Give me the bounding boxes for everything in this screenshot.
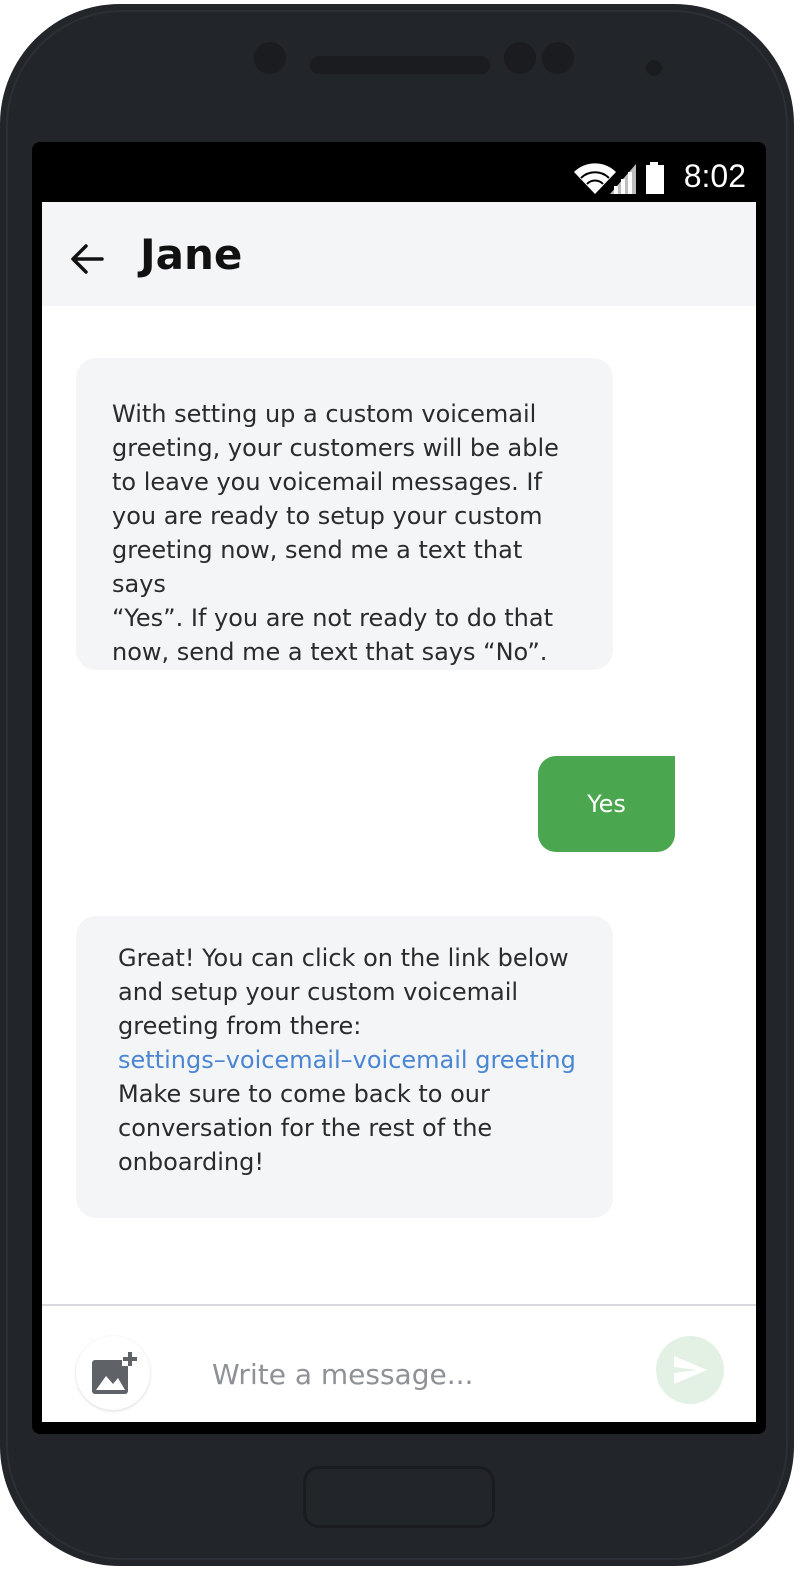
outgoing-message: Yes	[538, 756, 675, 852]
message-composer	[42, 1304, 756, 1422]
sensor-right	[542, 42, 574, 74]
add-photo-icon	[92, 1350, 137, 1394]
proximity-sensor	[646, 60, 662, 76]
message-line: greeting from there:	[118, 1012, 362, 1040]
earpiece-speaker	[310, 56, 490, 74]
message-line: conversation for the rest of the	[118, 1114, 493, 1142]
message-line: you are ready to setup your custom	[112, 502, 543, 530]
message-input[interactable]	[212, 1352, 632, 1396]
back-button[interactable]	[64, 236, 110, 282]
attach-photo-button[interactable]	[76, 1336, 150, 1410]
arrow-left-icon	[71, 244, 104, 274]
status-time: 8:02	[683, 158, 746, 194]
chat-screen: Jane With setting up a custom voicemail …	[42, 202, 756, 1422]
message-line: Great! You can click on the link below	[118, 944, 569, 972]
wifi-icon	[574, 163, 616, 194]
message-line: Make sure to come back to our	[118, 1080, 490, 1108]
message-line: onboarding!	[118, 1148, 264, 1176]
message-line: “Yes”. If you are not ready to do that	[112, 604, 554, 632]
send-icon	[674, 1356, 707, 1384]
message-line: now, send me a text that says “No”.	[112, 638, 548, 666]
message-text: Yes	[587, 790, 626, 818]
message-line: greeting now, send me a text that says	[112, 536, 523, 598]
battery-icon	[646, 162, 664, 194]
status-icons	[574, 162, 664, 194]
incoming-message: With setting up a custom voicemail greet…	[76, 358, 613, 670]
conversation-title: Jane	[140, 230, 243, 279]
message-line: With setting up a custom voicemail	[112, 400, 537, 428]
message-line: greeting, your customers will be able	[112, 434, 559, 462]
home-button[interactable]	[303, 1466, 495, 1528]
incoming-message: Great! You can click on the link below a…	[76, 916, 613, 1218]
app-bar: Jane	[42, 202, 756, 306]
signal-icon	[610, 164, 636, 194]
message-line: and setup your custom voicemail	[118, 978, 519, 1006]
voicemail-settings-link[interactable]: settings–voicemail–voicemail greeting	[118, 1043, 593, 1077]
status-bar: 8:02	[42, 150, 756, 202]
message-line: to leave you voicemail messages. If	[112, 468, 542, 496]
send-button[interactable]	[656, 1336, 724, 1404]
front-camera	[254, 42, 286, 74]
sensor-left	[504, 42, 536, 74]
